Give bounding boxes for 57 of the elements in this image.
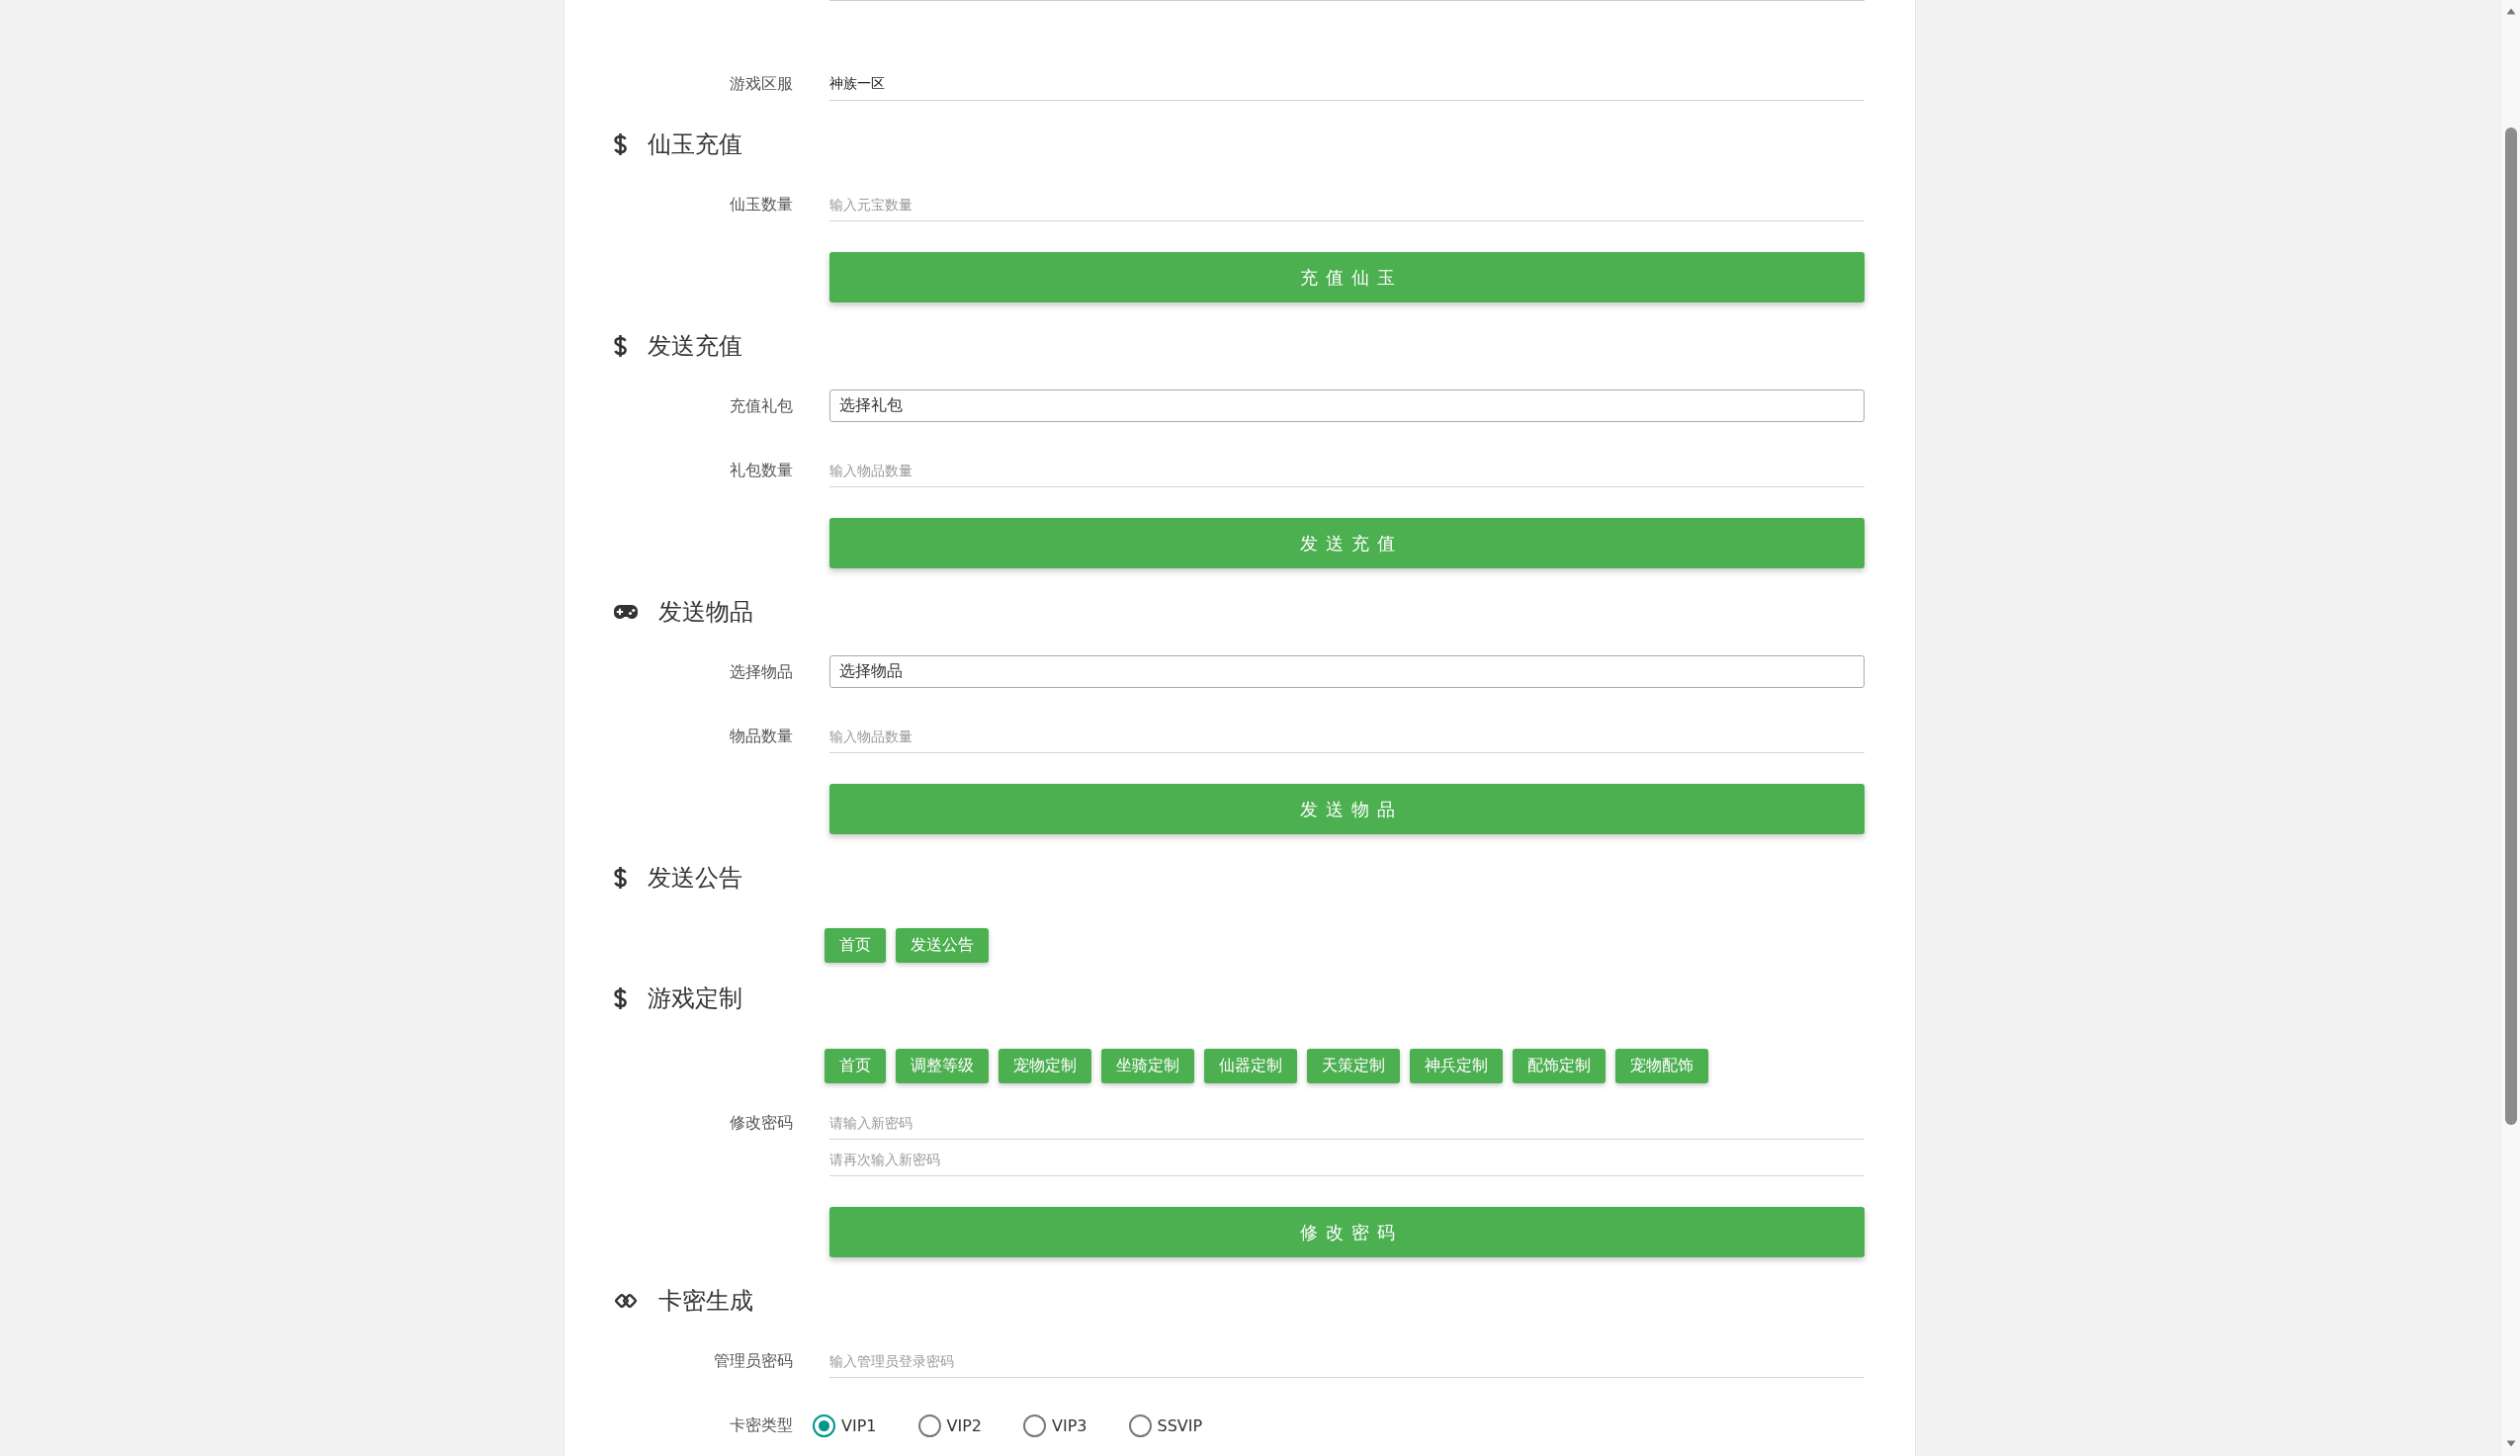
nav-button[interactable]: 天策定制 <box>1307 1049 1400 1083</box>
radio-button[interactable] <box>917 1413 941 1437</box>
nav-button[interactable]: 仙器定制 <box>1204 1049 1297 1083</box>
text-input[interactable]: 请输入新密码 <box>829 1106 1865 1140</box>
field-label: 卡密类型 <box>730 1414 793 1436</box>
dollar-icon <box>613 132 628 156</box>
text-input[interactable]: 请再次输入新密码 <box>829 1143 1865 1176</box>
action-button[interactable]: 充值仙玉 <box>829 252 1865 302</box>
section-title: 发送公告 <box>648 863 742 894</box>
nav-button[interactable]: 首页 <box>825 1049 886 1083</box>
radio-button[interactable] <box>1023 1413 1046 1437</box>
nav-button[interactable]: 调整等级 <box>896 1049 989 1083</box>
field-label: 充值礼包 <box>730 395 793 417</box>
scrollbar[interactable] <box>2500 0 2520 1456</box>
field-label: 管理员密码 <box>714 1350 793 1372</box>
field-label: 选择物品 <box>730 661 793 683</box>
link-icon <box>613 1292 639 1310</box>
nav-button[interactable]: 宠物配饰 <box>1615 1049 1708 1083</box>
action-button[interactable]: 发送物品 <box>829 784 1865 834</box>
nav-button[interactable]: 宠物定制 <box>999 1049 1091 1083</box>
up-arrow-icon[interactable] <box>2505 8 2516 15</box>
select-field[interactable]: 选择物品 <box>829 655 1865 688</box>
text-input[interactable]: 输入物品数量 <box>829 454 1865 487</box>
field-label: 物品数量 <box>730 726 793 747</box>
gamepad-icon <box>613 604 639 620</box>
text-input[interactable]: 神族一区 <box>829 67 1865 101</box>
select-field[interactable]: 选择礼包 <box>829 389 1865 422</box>
text-input[interactable]: 输入物品数量 <box>829 720 1865 753</box>
section-title: 发送物品 <box>658 597 753 628</box>
scrollbar-thumb[interactable] <box>2504 128 2517 1125</box>
radio-label[interactable]: VIP1 <box>841 1415 877 1435</box>
dollar-icon <box>613 986 628 1010</box>
section-title: 发送充值 <box>648 331 742 362</box>
down-arrow-icon[interactable] <box>2505 1440 2516 1447</box>
radio-label[interactable]: VIP3 <box>1052 1415 1087 1435</box>
nav-button[interactable]: 发送公告 <box>896 928 989 963</box>
field-label: 游戏区服 <box>730 73 793 95</box>
section-title: 游戏定制 <box>648 984 742 1014</box>
radio-button[interactable] <box>1128 1413 1152 1437</box>
section-title: 卡密生成 <box>658 1286 753 1317</box>
dollar-icon <box>613 866 628 890</box>
dollar-icon <box>613 334 628 358</box>
field-label: 修改密码 <box>730 1112 793 1134</box>
section-title: 仙玉充值 <box>648 129 742 160</box>
field-label: 礼包数量 <box>730 460 793 481</box>
text-input[interactable]: 输入管理员登录密码 <box>829 1344 1865 1378</box>
text-input[interactable]: 输入元宝数量 <box>829 188 1865 221</box>
radio-label[interactable]: VIP2 <box>946 1415 982 1435</box>
radio-label[interactable]: SSVIP <box>1157 1415 1203 1435</box>
nav-button[interactable]: 坐骑定制 <box>1101 1049 1194 1083</box>
action-button[interactable]: 修改密码 <box>829 1207 1865 1257</box>
nav-button[interactable]: 神兵定制 <box>1410 1049 1503 1083</box>
nav-button[interactable]: 首页 <box>825 928 886 963</box>
nav-button[interactable]: 配饰定制 <box>1513 1049 1606 1083</box>
action-button[interactable]: 发送充值 <box>829 518 1865 568</box>
field-label: 仙玉数量 <box>730 194 793 215</box>
radio-button[interactable] <box>813 1413 835 1437</box>
